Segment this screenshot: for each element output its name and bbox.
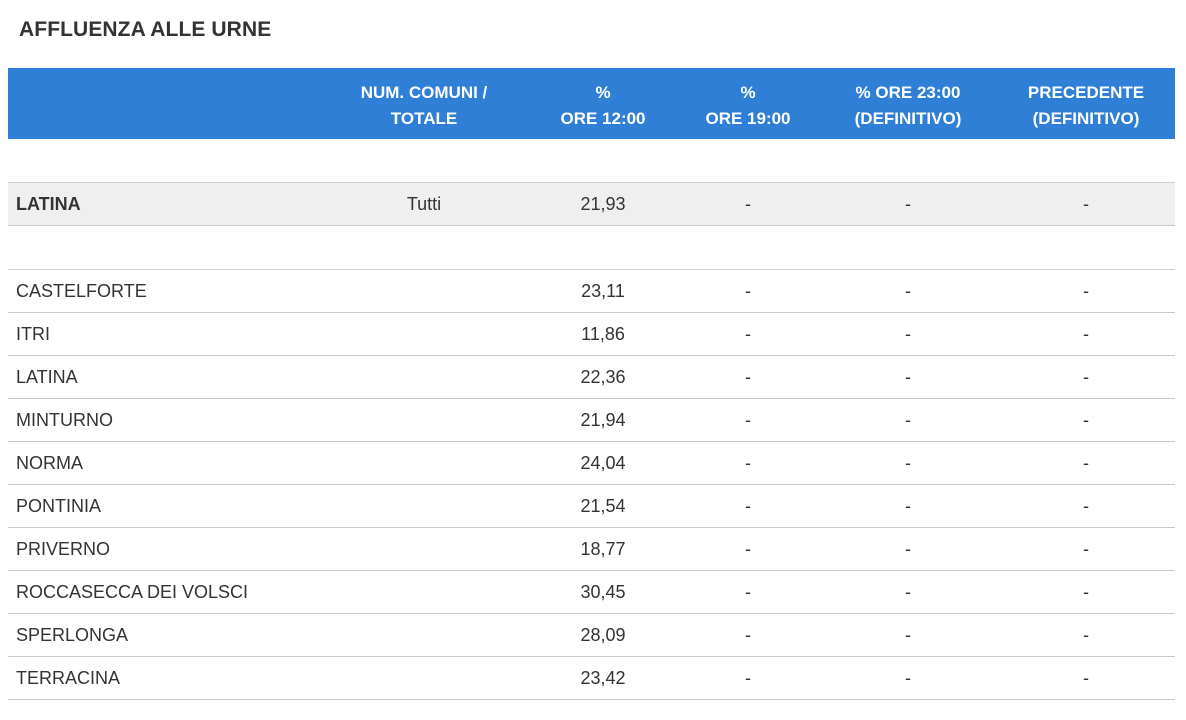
municipality-name: PRIVERNO	[16, 539, 111, 559]
ore-19-cell: -	[745, 324, 751, 344]
ore-12-cell: 11,86	[581, 324, 625, 344]
ore-19-cell: -	[745, 625, 751, 645]
municipality-name: ITRI	[16, 324, 50, 344]
table-row: CASTELFORTE 23,11 - - -	[8, 270, 1175, 313]
municipality-name: PONTINIA	[16, 496, 102, 516]
table-header: NUM. COMUNI / TOTALE % ORE 12:00 % ORE 19:0…	[8, 68, 1175, 139]
ore-12-cell: 18,77	[580, 539, 626, 559]
ore-19-cell: -	[745, 194, 751, 214]
ore-12-cell: 30,45	[580, 582, 626, 602]
province-name: LATINA	[16, 194, 81, 214]
ore-12-cell: 21,94	[580, 410, 626, 430]
table-row: PRIVERNO 18,77 - - -	[8, 528, 1175, 571]
ore-19-cell: -	[745, 668, 751, 688]
ore-19-cell: -	[745, 453, 751, 473]
ore-23-cell: -	[905, 410, 911, 430]
ore-12-cell: 22,36	[580, 367, 626, 387]
ore-23-cell: -	[905, 668, 911, 688]
ore-12-cell: 28,09	[580, 625, 626, 645]
num-comuni-cell: Tutti	[406, 194, 442, 214]
ore-12-cell: 21,93	[580, 194, 626, 214]
ore-23-cell: -	[905, 194, 911, 214]
precedente-cell: -	[1083, 539, 1089, 559]
table-row: MINTURNO 21,94 - - -	[8, 399, 1175, 442]
ore-19-cell: -	[745, 496, 751, 516]
ore-19-cell: -	[745, 410, 751, 430]
table-row: ITRI 11,86 - - -	[8, 313, 1175, 356]
ore-19-cell: -	[745, 582, 751, 602]
header-ore-19: % ORE 19:00	[705, 83, 791, 128]
municipality-name: ROCCASECCA DEI VOLSCI	[16, 582, 249, 602]
ore-23-cell: -	[905, 582, 911, 602]
municipality-name: CASTELFORTE	[16, 281, 147, 301]
precedente-cell: -	[1083, 582, 1089, 602]
header-num-comuni: NUM. COMUNI / TOTALE	[360, 83, 488, 128]
ore-12-cell: 24,04	[580, 453, 626, 473]
ore-23-cell: -	[905, 367, 911, 387]
table-row: PONTINIA 21,54 - - -	[8, 485, 1175, 528]
precedente-cell: -	[1083, 496, 1089, 516]
municipality-rows: CASTELFORTE 23,11 - - - ITRI 11,86 - - - LATINA 22,…	[8, 270, 1175, 700]
turnout-table: NUM. COMUNI / TOTALE % ORE 12:00 % ORE 19:0…	[8, 68, 1175, 700]
municipality-name: SPERLONGA	[16, 625, 129, 645]
page-title: AFFLUENZA ALLE URNE	[19, 18, 272, 41]
ore-23-cell: -	[905, 539, 911, 559]
header-ore-12: % ORE 12:00	[560, 83, 646, 128]
ore-23-cell: -	[905, 324, 911, 344]
total-row: LATINA Tutti 21,93 - - -	[8, 183, 1175, 226]
municipality-name: LATINA	[16, 367, 78, 387]
table-row: LATINA 22,36 - - -	[8, 356, 1175, 399]
table-spacer	[8, 139, 1175, 183]
header-precedente: PRECEDENTE (DEFINITIVO)	[1027, 83, 1145, 128]
table-spacer	[8, 226, 1175, 270]
ore-19-cell: -	[745, 281, 751, 301]
municipality-name: NORMA	[16, 453, 83, 473]
precedente-cell: -	[1083, 367, 1089, 387]
municipality-name: MINTURNO	[16, 410, 113, 430]
precedente-cell: -	[1083, 625, 1089, 645]
ore-12-cell: 23,11	[581, 281, 625, 301]
table-row: TERRACINA 23,42 - - -	[8, 657, 1175, 700]
ore-23-cell: -	[905, 625, 911, 645]
ore-19-cell: -	[745, 539, 751, 559]
ore-19-cell: -	[745, 367, 751, 387]
ore-12-cell: 21,54	[580, 496, 626, 516]
precedente-cell: -	[1083, 324, 1089, 344]
municipality-name: TERRACINA	[16, 668, 121, 688]
table-row: ROCCASECCA DEI VOLSCI 30,45 - - -	[8, 571, 1175, 614]
ore-12-cell: 23,42	[580, 668, 626, 688]
ore-23-cell: -	[905, 453, 911, 473]
ore-23-cell: -	[905, 496, 911, 516]
precedente-cell: -	[1083, 668, 1089, 688]
table-row: NORMA 24,04 - - -	[8, 442, 1175, 485]
precedente-cell: -	[1083, 194, 1089, 214]
header-ore-23: % ORE 23:00 (DEFINITIVO)	[854, 83, 962, 128]
precedente-cell: -	[1083, 281, 1089, 301]
precedente-cell: -	[1083, 453, 1089, 473]
table-row: SPERLONGA 28,09 - - -	[8, 614, 1175, 657]
ore-23-cell: -	[905, 281, 911, 301]
precedente-cell: -	[1083, 410, 1089, 430]
